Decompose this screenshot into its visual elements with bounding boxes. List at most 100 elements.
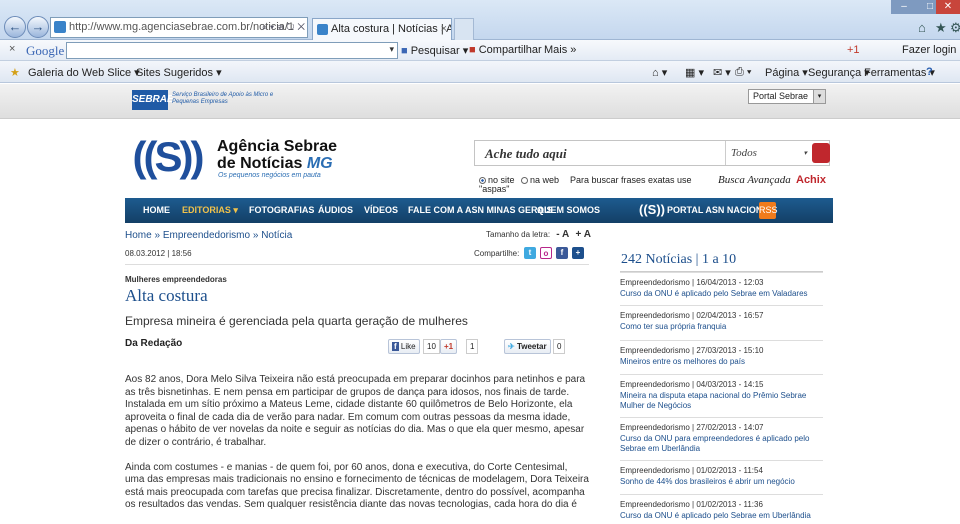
news-headline[interactable]: Mineira na disputa etapa nacional do Prê…	[620, 391, 823, 411]
tweet-button[interactable]: ✈ Tweetar	[504, 339, 551, 354]
address-tools[interactable]: ⌕ ▾ ⊞ ↻ ✕	[262, 18, 305, 37]
sidebar-news-item[interactable]: Empreendedorismo | 27/02/2013 - 14:07 Cur…	[620, 417, 823, 454]
print-icon[interactable]: ⎙ ▾	[735, 66, 751, 79]
favorites-star-icon[interactable]: ★	[935, 20, 947, 36]
asn-logo-icon[interactable]: ((S))	[125, 133, 209, 183]
sebrae-logo[interactable]: SEBRAE	[132, 90, 174, 110]
font-increase-button[interactable]: + A	[575, 229, 590, 240]
asn-small-logo-icon[interactable]: ((S))	[639, 202, 665, 217]
chevron-down-icon[interactable]: ▾	[389, 44, 394, 55]
site-search: Ache tudo aqui Todos ▾	[474, 140, 830, 166]
breadcrumb-sep: »	[252, 230, 259, 241]
busca-avancada-link[interactable]: Busca Avançada	[718, 174, 791, 186]
tab-active[interactable]: Alta costura | Notícias | Agê... ×	[312, 18, 452, 40]
fb-like-count: 10	[423, 339, 440, 354]
font-decrease-button[interactable]: - A	[556, 229, 569, 240]
article-date: 08.03.2012 | 18:56	[125, 249, 192, 258]
new-tab-button[interactable]	[454, 18, 474, 40]
home-page-icon[interactable]: ⌂ ▾	[652, 66, 667, 79]
nav-fotografias[interactable]: FOTOGRAFIAS	[249, 205, 314, 215]
chevron-down-icon: ▾	[803, 149, 807, 157]
article-body: Aos 82 anos, Dora Melo Silva Teixeira nã…	[125, 374, 589, 524]
forward-button[interactable]: →	[27, 16, 49, 38]
news-meta: Empreendedorismo | 27/03/2013 - 15:10	[620, 346, 764, 355]
portal-select[interactable]: Portal Sebrae ▾	[748, 89, 826, 104]
facebook-icon[interactable]: f	[556, 247, 568, 259]
chevron-down-icon[interactable]: ▾	[813, 90, 825, 103]
pesquisar-button[interactable]: ■ Pesquisar ▾	[401, 44, 468, 57]
share-icon: ■	[469, 44, 476, 56]
compartilhar-button[interactable]: ■ Compartilhar	[469, 44, 542, 56]
rss-icon[interactable]: RSS	[759, 202, 778, 219]
news-headline[interactable]: Curso da ONU é aplicado pelo Sebrae em V…	[620, 289, 823, 299]
sidebar-news-item[interactable]: Empreendedorismo | 27/03/2013 - 15:10 Min…	[620, 340, 823, 367]
site-search-input[interactable]: Ache tudo aqui	[485, 146, 567, 162]
feeds-icon[interactable]: ▦ ▾	[685, 66, 704, 79]
address-bar[interactable]: http://www.mg.agenciasebrae.com.br/notic…	[50, 17, 308, 38]
mais-button[interactable]: Mais »	[544, 44, 576, 56]
ferramentas-menu[interactable]: Ferramentas ▾	[864, 66, 935, 79]
sidebar-news-item[interactable]: Empreendedorismo | 04/03/2013 - 14:15 Min…	[620, 374, 823, 411]
close-window-button[interactable]: ✕	[936, 0, 960, 14]
home-icon[interactable]: ⌂	[918, 20, 926, 35]
add-share-icon[interactable]: +	[572, 247, 584, 259]
nav-audios[interactable]: ÁUDIOS	[318, 205, 353, 215]
nav-quem-somos[interactable]: QUEM SOMOS	[537, 205, 600, 215]
sites-sugeridos-link[interactable]: Sites Sugeridos ▾	[136, 66, 222, 79]
help-icon[interactable]: ?	[926, 66, 933, 78]
gplus-label: +1	[444, 342, 454, 351]
radio-na-web-label: na web	[530, 175, 560, 185]
asn-name-text: de Notícias	[217, 155, 303, 172]
breadcrumb-sep: »	[154, 230, 161, 241]
nav-home[interactable]: HOME	[143, 205, 170, 215]
sidebar-news-item[interactable]: Empreendedorismo | 02/04/2013 - 16:57 Com…	[620, 305, 823, 332]
news-meta: Empreendedorismo | 01/02/2013 - 11:36	[620, 500, 763, 509]
breadcrumb-category[interactable]: Empreendedorismo	[163, 230, 250, 241]
facebook-like-button[interactable]: f Like	[388, 339, 420, 354]
mail-icon[interactable]: ✉ ▾	[713, 66, 731, 79]
minimize-button[interactable]: –	[891, 0, 917, 14]
nav-videos[interactable]: VÍDEOS	[364, 205, 398, 215]
news-meta: Empreendedorismo | 04/03/2013 - 14:15	[620, 380, 764, 389]
search-button[interactable]	[812, 143, 830, 163]
twitter-bird-icon: ✈	[508, 342, 515, 351]
twitter-icon[interactable]: t	[524, 247, 536, 259]
breadcrumb: Home » Empreendedorismo » Notícia	[125, 230, 292, 241]
font-size-control: Tamanho da letra: - A + A	[486, 229, 591, 240]
seguranca-menu[interactable]: Segurança ▾	[808, 66, 870, 79]
search-category-select[interactable]: Todos ▾	[725, 141, 811, 165]
nav-editorias[interactable]: EDITORIAS ▾	[182, 205, 238, 216]
fb-like-label: Like	[400, 342, 416, 351]
tab-close-icon[interactable]: ×	[441, 19, 447, 40]
gplus-icon[interactable]: +1	[847, 44, 860, 56]
sidebar-news-item[interactable]: Empreendedorismo | 01/02/2013 - 11:54 Son…	[620, 460, 823, 487]
fazer-login-link[interactable]: Fazer login	[902, 44, 956, 56]
radio-unchecked-icon	[521, 177, 528, 184]
asn-tagline: Os pequenos negócios em pauta	[218, 172, 321, 179]
nav-fale-conosco[interactable]: FALE COM A ASN MINAS GERAIS	[408, 205, 553, 215]
sidebar-news-item[interactable]: Empreendedorismo | 16/04/2013 - 12:03 Cur…	[620, 272, 823, 299]
breadcrumb-home[interactable]: Home	[125, 230, 152, 241]
news-headline[interactable]: Curso da ONU para empreendedores é aplic…	[620, 434, 823, 454]
google-toolbar: × Google ▾ ■ Pesquisar ▾ ■ Compartilhar …	[0, 40, 960, 61]
news-headline[interactable]: Como ter sua própria franquia	[620, 322, 823, 332]
sidebar-news-item[interactable]: Empreendedorismo | 01/02/2013 - 11:36 Cur…	[620, 494, 823, 521]
favorites-bar: ★ Galeria do Web Slice ▾ Sites Sugeridos…	[0, 61, 960, 83]
news-headline[interactable]: Sonho de 44% dos brasileiros é abrir um …	[620, 477, 823, 487]
galeria-web-slice-link[interactable]: Galeria do Web Slice ▾	[28, 66, 140, 79]
main-nav: HOME EDITORIAS ▾ FOTOGRAFIAS ÁUDIOS VÍDE…	[125, 198, 833, 223]
tools-gear-icon[interactable]: ⚙	[950, 20, 960, 36]
radio-checked-icon	[479, 177, 486, 184]
news-headline[interactable]: Mineiros entre os melhores do país	[620, 357, 823, 367]
back-button[interactable]: ←	[4, 16, 26, 38]
pagina-menu[interactable]: Página ▾	[765, 66, 808, 79]
orkut-icon[interactable]: o	[540, 247, 552, 259]
google-search-input[interactable]: ▾	[66, 42, 398, 59]
tweet-count: 0	[553, 339, 566, 354]
toolbar-close-icon[interactable]: ×	[9, 43, 15, 55]
gplus-button[interactable]: +1	[440, 339, 458, 354]
favorites-star-icon[interactable]: ★	[10, 66, 20, 79]
achix-logo[interactable]: Achix	[796, 174, 826, 186]
radio-na-web[interactable]: na web	[521, 175, 559, 185]
news-headline[interactable]: Curso da ONU é aplicado pelo Sebrae em U…	[620, 511, 823, 521]
